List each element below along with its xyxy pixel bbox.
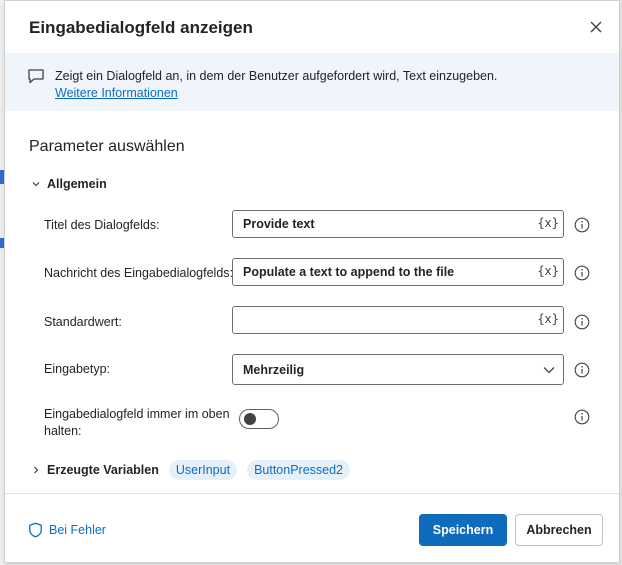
save-button[interactable]: Speichern xyxy=(419,514,507,546)
info-icon[interactable] xyxy=(574,265,590,281)
keep-on-top-toggle[interactable] xyxy=(239,409,279,429)
info-text: Zeigt ein Dialogfeld an, in dem der Benu… xyxy=(55,69,498,83)
variable-picker-icon[interactable]: {x} xyxy=(537,216,559,230)
dialog-title: Eingabedialogfeld anzeigen xyxy=(29,18,253,37)
input-type-label: Eingabetyp: xyxy=(44,362,111,376)
toggle-knob xyxy=(244,413,256,425)
dialog-title-value: Provide text xyxy=(243,217,315,231)
default-value-label: Standardwert: xyxy=(44,315,122,329)
more-info-link[interactable]: Weitere Informationen xyxy=(55,86,178,100)
info-icon[interactable] xyxy=(574,314,590,330)
section-title: Parameter auswählen xyxy=(29,138,185,155)
message-icon xyxy=(28,69,44,84)
variable-picker-icon[interactable]: {x} xyxy=(537,264,559,278)
variable-picker-icon[interactable]: {x} xyxy=(537,312,559,326)
dialog-title-label: Titel des Dialogfelds: xyxy=(44,218,160,232)
generated-variables-row: Erzeugte Variablen UserInput ButtonPress… xyxy=(31,460,351,480)
dialog-title-input[interactable]: Provide text {x} xyxy=(232,210,564,238)
info-banner: Zeigt ein Dialogfeld an, in dem der Benu… xyxy=(5,53,619,111)
on-error-label: Bei Fehler xyxy=(49,523,106,537)
group-label: Allgemein xyxy=(47,177,107,191)
cancel-button[interactable]: Abbrechen xyxy=(515,514,603,546)
message-label: Nachricht des Eingabedialogfelds: xyxy=(44,266,234,280)
generated-variables-label: Erzeugte Variablen xyxy=(47,463,159,477)
keep-on-top-label-line2: halten: xyxy=(44,424,82,438)
variable-pill-buttonpressed[interactable]: ButtonPressed2 xyxy=(247,460,351,480)
group-general-toggle[interactable]: Allgemein xyxy=(31,177,107,191)
footer-divider xyxy=(5,493,619,494)
info-icon[interactable] xyxy=(574,409,590,425)
keep-on-top-label-line1: Eingabedialogfeld immer im oben xyxy=(44,407,230,421)
shield-icon xyxy=(29,522,42,538)
default-value-input[interactable]: {x} xyxy=(232,306,564,334)
keep-on-top-label: Eingabedialogfeld immer im oben halten: xyxy=(44,406,230,440)
message-value: Populate a text to append to the file xyxy=(243,265,455,279)
on-error-button[interactable]: Bei Fehler xyxy=(28,522,106,538)
chevron-down-icon xyxy=(32,182,40,187)
message-input[interactable]: Populate a text to append to the file {x… xyxy=(232,258,564,286)
chevron-right-icon[interactable] xyxy=(31,465,41,475)
variable-pill-userinput[interactable]: UserInput xyxy=(168,460,238,480)
dialog: Eingabedialogfeld anzeigen Zeigt ein Dia… xyxy=(4,0,620,563)
info-icon[interactable] xyxy=(574,217,590,233)
input-type-select[interactable]: Mehrzeilig xyxy=(232,354,564,385)
info-icon[interactable] xyxy=(574,362,590,378)
close-icon[interactable] xyxy=(587,18,605,36)
input-type-value: Mehrzeilig xyxy=(243,363,305,377)
chevron-down-icon xyxy=(543,367,555,374)
